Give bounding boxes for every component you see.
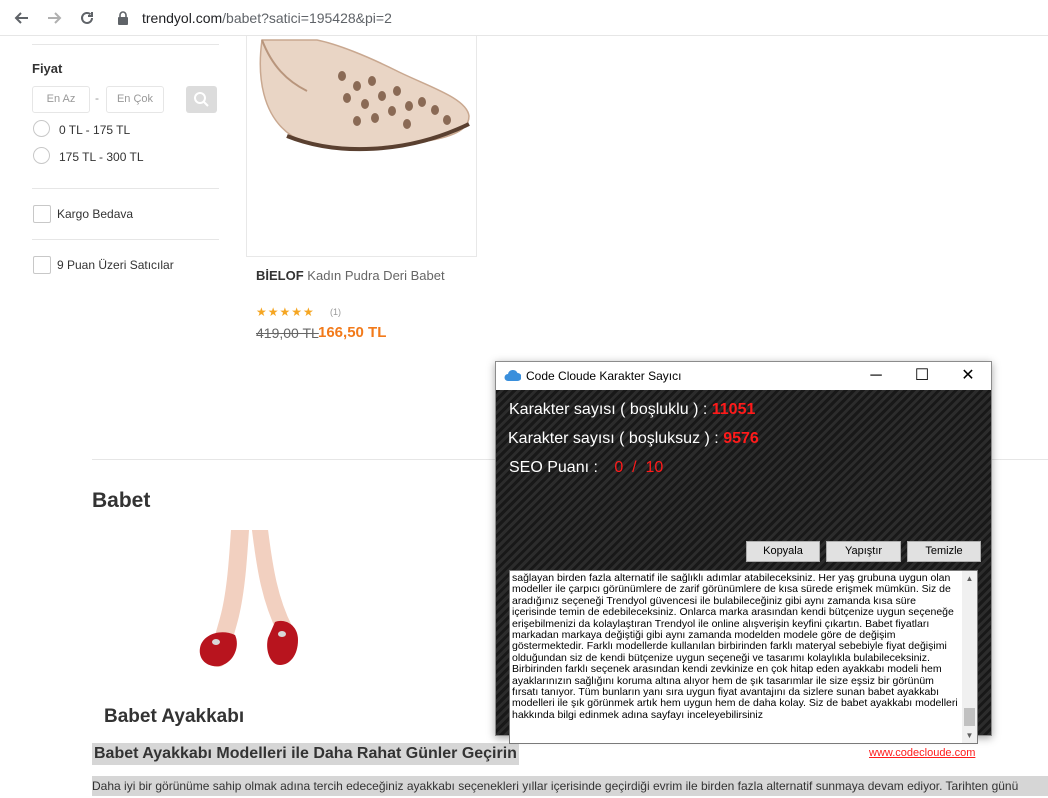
top-sellers-label: 9 Puan Üzeri Satıcılar (57, 258, 174, 272)
search-icon (194, 92, 209, 107)
window-body: Karakter sayısı ( boşluklu ) : 11051 Kar… (496, 390, 991, 759)
product-name: Kadın Pudra Deri Babet (307, 268, 445, 283)
minimize-button[interactable]: ─ (853, 362, 899, 390)
price-search-button[interactable] (186, 86, 217, 113)
price-range-radio-2[interactable] (33, 147, 50, 164)
reload-icon[interactable] (77, 8, 97, 28)
new-price: 166,50 TL (318, 324, 387, 341)
address-bar[interactable]: trendyol.com/babet?satici=195428&pi=2 (142, 10, 392, 26)
seo-row: SEO Puanı : 0 / 10 (509, 459, 663, 477)
divider (32, 188, 219, 189)
rating-stars: ★★★★★ (256, 305, 315, 319)
window-title: Code Cloude Karakter Sayıcı (526, 369, 682, 383)
seo-label: SEO Puanı : (509, 459, 598, 476)
free-shipping-checkbox[interactable] (33, 205, 51, 223)
product-brand: BİELOF (256, 268, 304, 283)
old-price: 419,00 TL (256, 325, 319, 341)
without-spaces-value: 9576 (723, 430, 759, 447)
price-range-radio-1[interactable] (33, 120, 50, 137)
with-spaces-value: 11051 (711, 401, 756, 418)
sub-title: Babet Ayakkabı (104, 706, 245, 727)
footer-link[interactable]: www.codecloude.com (869, 747, 975, 759)
text-content[interactable]: sağlayan birden fazla alternatif ile sağ… (510, 571, 962, 743)
cloud-icon (504, 369, 521, 381)
divider (32, 44, 219, 45)
divider (32, 239, 219, 240)
app-window: Code Cloude Karakter Sayıcı ─ ☐ ✕ Karakt… (495, 361, 992, 759)
with-spaces-row: Karakter sayısı ( boşluklu ) : 11051 (509, 401, 755, 419)
max-price-input[interactable]: En Çok (106, 86, 164, 113)
price-filter-title: Fiyat (32, 61, 63, 76)
url-path: /babet?satici=195428&pi=2 (222, 10, 392, 26)
scrollbar[interactable]: ▲ ▼ (962, 571, 977, 743)
close-button[interactable]: ✕ (945, 362, 991, 390)
price-range-label-2: 175 TL - 300 TL (59, 150, 144, 164)
product-title[interactable]: BİELOF Kadın Pudra Deri Babet (256, 268, 445, 283)
scrollbar-thumb[interactable] (964, 708, 975, 726)
browser-toolbar: trendyol.com/babet?satici=195428&pi=2 (0, 0, 1048, 36)
window-titlebar[interactable]: Code Cloude Karakter Sayıcı ─ ☐ ✕ (496, 362, 991, 390)
free-shipping-label: Kargo Bedava (57, 207, 134, 221)
scroll-up-icon[interactable]: ▲ (962, 571, 977, 586)
forward-icon[interactable] (44, 8, 64, 28)
price-range-label-1: 0 TL - 175 TL (59, 123, 131, 137)
url-domain: trendyol.com (142, 10, 223, 26)
section-title: Babet (92, 489, 151, 512)
review-count: (1) (330, 307, 341, 317)
with-spaces-label: Karakter sayısı ( boşluklu ) : (509, 401, 708, 418)
copy-button[interactable]: Kopyala (746, 541, 820, 562)
without-spaces-row: Karakter sayısı ( boşluksuz ) : 9576 (508, 430, 759, 448)
product-card[interactable] (246, 36, 477, 257)
min-price-input[interactable]: En Az (32, 86, 90, 113)
maximize-button[interactable]: ☐ (899, 362, 945, 390)
content-heading: Babet Ayakkabı Modelleri ile Daha Rahat … (92, 743, 519, 765)
content-paragraph: Daha iyi bir görünüme sahip olmak adına … (92, 776, 1048, 796)
lock-icon (116, 10, 130, 26)
without-spaces-label: Karakter sayısı ( boşluksuz ) : (508, 430, 719, 447)
babet-shoe-image (199, 530, 298, 667)
paste-button[interactable]: Yapıştır (826, 541, 901, 562)
top-sellers-checkbox[interactable] (33, 256, 51, 274)
scroll-down-icon[interactable]: ▼ (962, 728, 977, 743)
text-input-area[interactable]: sağlayan birden fazla alternatif ile sağ… (509, 570, 978, 744)
back-icon[interactable] (12, 8, 32, 28)
seo-value: 0 / 10 (614, 459, 664, 476)
product-image (259, 39, 470, 152)
clear-button[interactable]: Temizle (907, 541, 981, 562)
price-dash: - (95, 91, 99, 105)
